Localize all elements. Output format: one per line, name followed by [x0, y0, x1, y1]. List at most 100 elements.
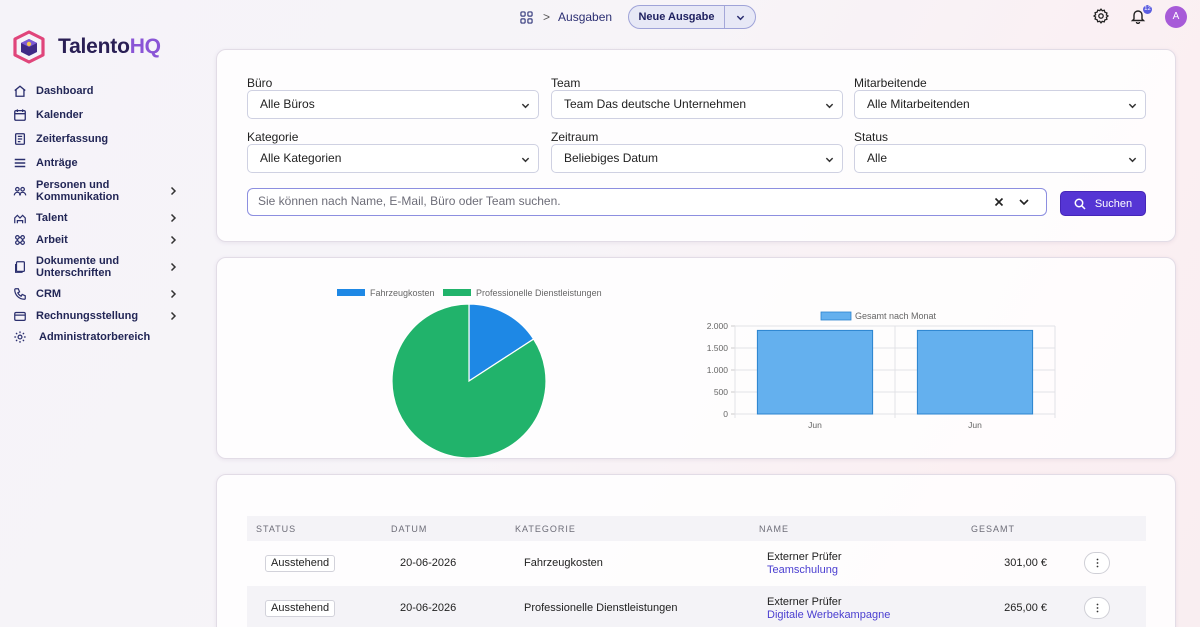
- billing-icon: [12, 308, 27, 323]
- phone-icon: [12, 287, 27, 302]
- project-link[interactable]: Teamschulung: [767, 564, 838, 576]
- search-button[interactable]: Suchen: [1060, 191, 1146, 216]
- settings-gear-icon[interactable]: [1093, 8, 1109, 24]
- zeitraum-value: Beliebiges Datum: [564, 151, 659, 165]
- legend-swatch: [337, 289, 365, 296]
- sidebar-item-administratorbereich[interactable]: Administratorbereich: [12, 327, 184, 349]
- sidebar-item-label: Zeiterfassung: [36, 132, 109, 145]
- bar-chart: Gesamt nach Monat 2.000 1.500 1.000 500 0 Jun J…: [707, 311, 1056, 430]
- mitarbeitende-select[interactable]: Alle Mitarbeitenden: [854, 90, 1146, 119]
- zeitraum-select[interactable]: Beliebiges Datum: [551, 144, 843, 173]
- sidebar: TalentoHQ Dashboard Kalender Zeiterfassu…: [0, 0, 200, 627]
- kategorie-select[interactable]: Alle Kategorien: [247, 144, 539, 173]
- x-tick-label: Jun: [808, 420, 822, 430]
- sidebar-item-label: Personen und Kommunikation: [36, 179, 120, 203]
- bar: [756, 329, 874, 415]
- column-header-status[interactable]: STATUS: [256, 524, 296, 534]
- sidebar-item-dashboard[interactable]: Dashboard: [12, 80, 184, 102]
- name-cell: Externer Prüfer: [767, 551, 842, 563]
- chevron-down-icon[interactable]: [1018, 196, 1030, 208]
- status-badge: Ausstehend: [265, 555, 336, 572]
- column-header-kategorie[interactable]: KATEGORIE: [515, 524, 576, 534]
- y-tick-label: 2.000: [707, 321, 729, 331]
- user-avatar[interactable]: A: [1165, 6, 1187, 28]
- chevron-right-icon: [170, 290, 177, 299]
- chevron-right-icon: [170, 235, 177, 244]
- calendar-icon: [12, 107, 27, 122]
- sidebar-item-label: Anträge: [36, 156, 78, 169]
- column-header-datum[interactable]: DATUM: [391, 524, 427, 534]
- sidebar-item-dokumente[interactable]: Dokumente und Unterschriften: [12, 251, 184, 284]
- breadcrumb-separator: >: [543, 10, 551, 24]
- sidebar-item-zeiterfassung[interactable]: Zeiterfassung: [12, 128, 184, 150]
- search-box: [247, 188, 1047, 216]
- notification-count-badge: 12: [1143, 5, 1152, 14]
- buero-select[interactable]: Alle Büros: [247, 90, 539, 119]
- bar: [916, 329, 1034, 415]
- search-input[interactable]: [258, 194, 958, 208]
- chevron-right-icon: [170, 262, 177, 272]
- row-actions-button[interactable]: [1084, 597, 1110, 619]
- more-vertical-icon: [1096, 603, 1098, 613]
- work-icon: [12, 232, 27, 247]
- table-header: STATUS DATUM KATEGORIE NAME GESAMT: [247, 516, 1146, 541]
- sidebar-item-label: Rechnungsstellung: [36, 309, 139, 322]
- timesheet-icon: [12, 131, 27, 146]
- chevron-down-icon: [825, 103, 834, 109]
- category-cell: Fahrzeugkosten: [524, 557, 603, 569]
- x-tick-label: Jun: [968, 420, 982, 430]
- top-bar: > Ausgaben Neue Ausgabe 12 A: [0, 0, 1200, 36]
- breadcrumb: > Ausgaben: [520, 10, 612, 24]
- people-icon: [12, 184, 27, 199]
- chevron-down-icon: [521, 103, 530, 109]
- chevron-right-icon: [170, 214, 177, 223]
- sidebar-item-crm[interactable]: CRM: [12, 284, 184, 306]
- total-cell: 265,00 €: [1004, 602, 1047, 614]
- status-select[interactable]: Alle: [854, 144, 1146, 173]
- breadcrumb-current[interactable]: Ausgaben: [558, 10, 612, 24]
- date-cell: 20-06-2026: [400, 557, 457, 569]
- sidebar-item-label: CRM: [36, 288, 62, 301]
- kategorie-value: Alle Kategorien: [260, 151, 342, 165]
- status-label: Status: [854, 130, 889, 144]
- sidebar-item-rechnungsstellung[interactable]: Rechnungsstellung: [12, 305, 184, 327]
- sidebar-item-label: Administratorbereich: [39, 331, 151, 344]
- column-header-name[interactable]: NAME: [759, 524, 789, 534]
- clear-icon[interactable]: [992, 195, 1006, 209]
- sidebar-item-arbeit[interactable]: Arbeit: [12, 229, 184, 251]
- legend-swatch: [443, 289, 471, 296]
- apps-grid-icon[interactable]: [520, 10, 533, 24]
- table-row[interactable]: Ausstehend 20-06-2026 Fahrzeugkosten Ext…: [247, 541, 1146, 586]
- zeitraum-label: Zeitraum: [551, 130, 599, 144]
- team-select[interactable]: Team Das deutsche Unternehmen: [551, 90, 843, 119]
- sidebar-item-label: Arbeit: [36, 233, 68, 246]
- new-expense-split-button: Neue Ausgabe: [628, 5, 756, 29]
- search-button-label: Suchen: [1094, 197, 1133, 210]
- new-expense-dropdown-button[interactable]: [725, 6, 755, 28]
- team-value: Team Das deutsche Unternehmen: [564, 97, 747, 111]
- gear-icon: [12, 330, 27, 345]
- sidebar-item-label: Dashboard: [36, 84, 94, 97]
- new-expense-button[interactable]: Neue Ausgabe: [629, 6, 725, 28]
- sidebar-item-personen[interactable]: Personen und Kommunikation: [12, 175, 184, 208]
- y-tick-label: 0: [723, 409, 728, 419]
- sidebar-item-talent[interactable]: Talent: [12, 208, 184, 230]
- category-cell: Professionelle Dienstleistungen: [524, 602, 678, 614]
- sidebar-item-kalender[interactable]: Kalender: [12, 104, 184, 126]
- chevron-right-icon: [170, 186, 177, 196]
- project-link[interactable]: Digitale Werbekampagne: [767, 609, 890, 621]
- team-label: Team: [551, 76, 581, 90]
- mitarbeitende-label: Mitarbeitende: [854, 76, 927, 90]
- table-row[interactable]: Ausstehend 20-06-2026 Professionelle Die…: [247, 586, 1146, 627]
- name-cell: Externer Prüfer: [767, 596, 842, 608]
- mitarbeitende-value: Alle Mitarbeitenden: [867, 97, 970, 111]
- filter-card: Büro Alle Büros Team Team Das deutsche U…: [216, 49, 1176, 242]
- row-actions-button[interactable]: [1084, 552, 1110, 574]
- chevron-down-icon: [1128, 157, 1137, 163]
- kategorie-label: Kategorie: [247, 130, 299, 144]
- sidebar-item-antraege[interactable]: Anträge: [12, 152, 184, 174]
- brand-name: TalentoHQ: [58, 35, 161, 58]
- expenses-table-card: STATUS DATUM KATEGORIE NAME GESAMT Ausst…: [216, 474, 1176, 627]
- column-header-gesamt[interactable]: GESAMT: [971, 524, 1015, 534]
- sidebar-item-label: Dokumente und Unterschriften: [36, 255, 120, 279]
